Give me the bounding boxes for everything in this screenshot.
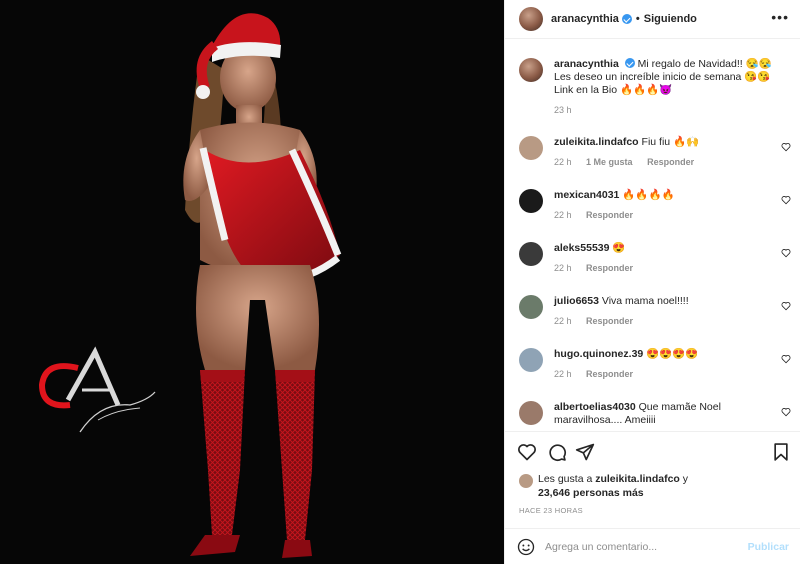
caption-body: aranacynthia Mi regalo de Navidad!! 😪😪 L… — [554, 58, 791, 97]
comment-like-heart-icon[interactable] — [781, 248, 791, 258]
post-detail-panel: aranacynthia • Siguiendo ••• aranacynthi… — [504, 0, 800, 564]
comment-text: 😍😍😍😍 — [646, 348, 699, 360]
comment-row: aleks55539 😍 22 h Responder — [519, 242, 791, 273]
comment-row: mexican4031 🔥🔥🔥🔥 22 h Responder — [519, 189, 791, 220]
comment-text: Viva mama noel!!!! — [601, 295, 689, 307]
caption-author[interactable]: aranacynthia — [554, 58, 619, 70]
comment-meta: 22 h 1 Me gusta Responder — [554, 157, 791, 167]
comment-body: zuleikita.lindafco Fiu fiu 🔥🙌 — [554, 136, 791, 149]
reply-button[interactable]: Responder — [586, 316, 633, 326]
follow-status-button[interactable]: Siguiendo — [644, 13, 697, 25]
comment-icon[interactable] — [547, 442, 567, 462]
commenter-avatar[interactable] — [519, 136, 543, 160]
post-time[interactable]: HACE 23 HORAS — [519, 506, 583, 515]
separator-dot: • — [635, 13, 640, 25]
comment-text: 🔥🔥🔥🔥 — [622, 189, 675, 201]
comment-row: hugo.quinonez.39 😍😍😍😍 22 h Responder — [519, 348, 791, 379]
commenter-avatar[interactable] — [519, 189, 543, 213]
author-avatar[interactable] — [519, 58, 543, 82]
comment-row: zuleikita.lindafco Fiu fiu 🔥🙌 22 h 1 Me … — [519, 136, 791, 167]
likes-count[interactable]: 23,646 personas más — [538, 487, 644, 499]
publish-button[interactable]: Publicar — [748, 541, 789, 553]
likes-prefix: Les gusta a — [538, 473, 593, 485]
bookmark-icon[interactable] — [771, 442, 791, 462]
likes-joiner: y — [682, 473, 688, 485]
more-horizontal-icon[interactable]: ••• — [771, 10, 789, 24]
comment-meta: 22 h Responder — [554, 369, 791, 379]
caption-meta: 23 h — [554, 105, 791, 115]
comment-like-heart-icon[interactable] — [781, 407, 791, 417]
comment-text: Fiu fiu 🔥🙌 — [641, 136, 700, 148]
commenter-username[interactable]: hugo.quinonez.39 — [554, 348, 643, 360]
likes-summary: Les gusta a zuleikita.lindafco y 23,646 … — [519, 472, 789, 500]
commenter-username[interactable]: aleks55539 — [554, 242, 609, 254]
comment-composer: Publicar — [505, 528, 800, 564]
likes-text: Les gusta a zuleikita.lindafco y 23,646 … — [538, 472, 789, 500]
commenter-username[interactable]: mexican4031 — [554, 189, 619, 201]
comment-like-heart-icon[interactable] — [781, 142, 791, 152]
post-photo — [0, 0, 504, 564]
comment-like-heart-icon[interactable] — [781, 354, 791, 364]
verified-badge-icon — [621, 14, 632, 24]
heart-icon[interactable] — [517, 442, 537, 462]
comment-time[interactable]: 22 h — [554, 263, 572, 273]
post-header: aranacynthia • Siguiendo ••• — [505, 0, 800, 39]
commenter-avatar[interactable] — [519, 242, 543, 266]
commenter-avatar[interactable] — [519, 401, 543, 425]
comment-like-heart-icon[interactable] — [781, 301, 791, 311]
reply-button[interactable]: Responder — [647, 157, 694, 167]
comment-time[interactable]: 22 h — [554, 369, 572, 379]
reply-button[interactable]: Responder — [586, 263, 633, 273]
comment-row: albertoelias4030 Que mamãe Noel maravilh… — [519, 401, 791, 427]
comment-time[interactable]: 22 h — [554, 157, 572, 167]
comment-like-heart-icon[interactable] — [781, 195, 791, 205]
post-image[interactable] — [0, 0, 504, 564]
comment-time[interactable]: 22 h — [554, 316, 572, 326]
comment-meta: 22 h Responder — [554, 263, 791, 273]
comment-row: julio6653 Viva mama noel!!!! 22 h Respon… — [519, 295, 791, 326]
author-avatar[interactable] — [519, 7, 543, 31]
comment-input[interactable] — [545, 540, 748, 553]
caption-row: aranacynthia Mi regalo de Navidad!! 😪😪 L… — [519, 58, 791, 115]
comment-body: mexican4031 🔥🔥🔥🔥 — [554, 189, 791, 202]
liker-username[interactable]: zuleikita.lindafco — [595, 473, 680, 485]
commenter-avatar[interactable] — [519, 295, 543, 319]
comment-body: aleks55539 😍 — [554, 242, 791, 255]
liker-avatar[interactable] — [519, 474, 533, 488]
caption-time[interactable]: 23 h — [554, 105, 572, 115]
commenter-avatar[interactable] — [519, 348, 543, 372]
comment-time[interactable]: 22 h — [554, 210, 572, 220]
comments-list[interactable]: aranacynthia Mi regalo de Navidad!! 😪😪 L… — [505, 40, 800, 431]
comment-body: julio6653 Viva mama noel!!!! — [554, 295, 791, 308]
comment-body: albertoelias4030 Que mamãe Noel maravilh… — [554, 401, 791, 427]
commenter-username[interactable]: julio6653 — [554, 295, 599, 307]
comment-likes[interactable]: 1 Me gusta — [586, 157, 633, 167]
reply-button[interactable]: Responder — [586, 369, 633, 379]
author-username[interactable]: aranacynthia — [551, 13, 619, 25]
comment-text: 😍 — [612, 242, 626, 254]
send-icon[interactable] — [575, 442, 595, 462]
commenter-username[interactable]: albertoelias4030 — [554, 401, 636, 413]
comment-meta: 22 h Responder — [554, 210, 791, 220]
verified-badge-icon — [624, 58, 635, 68]
reply-button[interactable]: Responder — [586, 210, 633, 220]
comment-meta: 22 h Responder — [554, 316, 791, 326]
comment-body: hugo.quinonez.39 😍😍😍😍 — [554, 348, 791, 361]
commenter-username[interactable]: zuleikita.lindafco — [554, 136, 639, 148]
smiley-icon[interactable] — [517, 538, 535, 556]
